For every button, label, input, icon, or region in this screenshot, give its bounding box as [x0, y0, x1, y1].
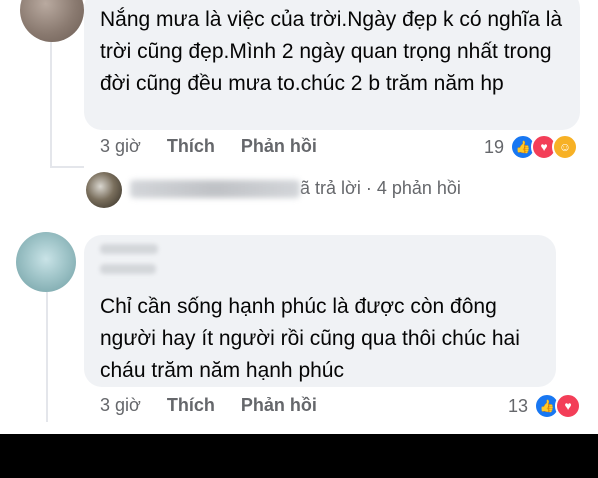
reaction-count: 13 [508, 395, 529, 416]
thread-line-2 [46, 292, 48, 422]
comment-time[interactable]: 3 giờ [100, 395, 141, 416]
avatar[interactable] [20, 0, 84, 42]
haha-icon: ☺ [552, 134, 579, 160]
reaction-summary[interactable]: 13 👍 ♥ [508, 393, 582, 419]
reply-button[interactable]: Phản hồi [241, 136, 317, 157]
reaction-count: 19 [484, 136, 505, 157]
like-button[interactable]: Thích [167, 136, 215, 157]
reaction-summary[interactable]: 19 👍 ♥ ☺ [484, 134, 579, 160]
comment-text: Nắng mưa là việc của trời.Ngày đẹp k có … [100, 8, 563, 95]
video-letterbox-bar [0, 434, 598, 478]
avatar[interactable] [16, 232, 76, 292]
comment-actions: 3 giờ Thích Phản hồi [100, 136, 343, 157]
love-icon: ♥ [555, 393, 582, 419]
blurred-name [130, 179, 300, 198]
like-button[interactable]: Thích [167, 395, 215, 416]
reply-avatar[interactable] [86, 172, 122, 208]
comment-actions: 3 giờ Thích Phản hồi [100, 395, 343, 416]
comment-text: Chỉ cần sống hạnh phúc là được còn đông … [100, 295, 520, 382]
blurred-author-name[interactable] [100, 264, 156, 274]
thread-line [50, 40, 52, 168]
blurred-author-name[interactable] [100, 244, 158, 254]
reply-button[interactable]: Phản hồi [241, 395, 317, 416]
view-replies-link[interactable]: ã trả lời · 4 phản hồi [130, 178, 461, 199]
comment-time[interactable]: 3 giờ [100, 136, 141, 157]
reply-summary-text: ã trả lời · 4 phản hồi [300, 178, 461, 198]
thread-line-curve [50, 166, 84, 168]
